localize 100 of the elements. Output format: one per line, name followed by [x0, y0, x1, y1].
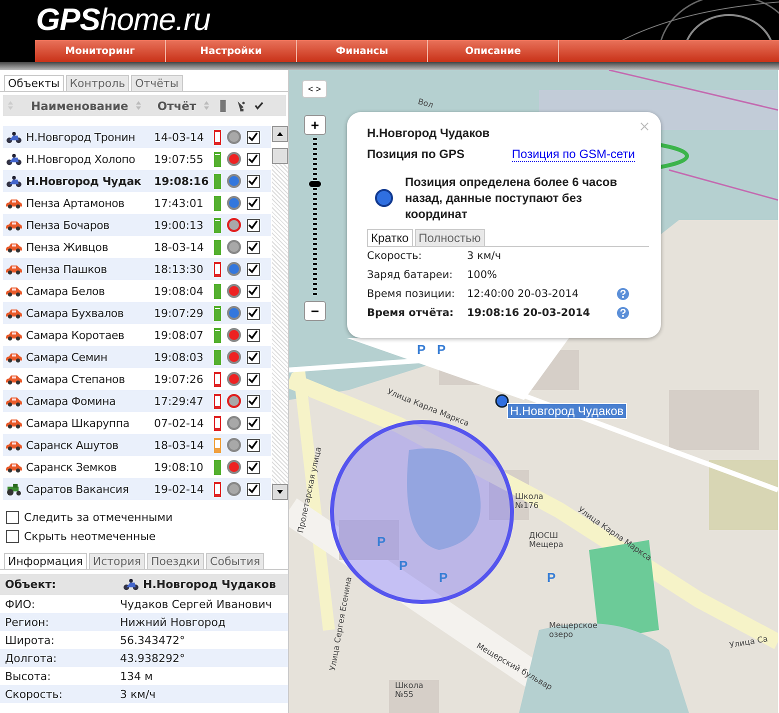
map-label: Улица Са	[729, 635, 769, 651]
zoom-in-button[interactable]: +	[304, 115, 326, 135]
report-time: 18-03-14	[154, 240, 205, 254]
checkbox[interactable]	[247, 460, 260, 474]
zoom-thumb[interactable]	[309, 181, 321, 188]
battery-icon	[218, 99, 228, 112]
table-row[interactable]: Саранск Земков 19:08:10	[3, 456, 271, 478]
checkbox[interactable]	[247, 240, 260, 254]
table-row[interactable]: Самара Фомина 17:29:47	[3, 390, 271, 412]
checkbox[interactable]	[247, 174, 260, 188]
panel-tab[interactable]: Отчёты	[131, 75, 183, 91]
nav-tab[interactable]: Мониторинг	[35, 40, 166, 62]
field-value: 12:40:00 20-03-2014	[467, 288, 580, 300]
help-icon[interactable]	[617, 288, 629, 300]
zoom-out-button[interactable]: −	[304, 301, 326, 321]
scrollbar[interactable]	[272, 126, 288, 500]
vehicle-name: Пенза Бочаров	[26, 218, 110, 232]
vehicle-name: Пенза Артамонов	[26, 196, 126, 210]
marker-label[interactable]: Н.Новгород Чудаков	[507, 403, 627, 419]
table-row[interactable]: Самара Бухвалов 19:07:29	[3, 302, 271, 324]
checkbox[interactable]	[247, 328, 260, 342]
table-row[interactable]: Пенза Пашков 18:13:30	[3, 258, 271, 280]
parking-label: P	[399, 558, 408, 573]
field-label: Широта:	[5, 634, 56, 646]
nav-tab[interactable]: Описание	[428, 40, 559, 62]
position-mode-link[interactable]: Позиция по GSM-сети	[512, 147, 635, 162]
battery-icon	[214, 416, 221, 430]
checkbox[interactable]	[247, 262, 260, 276]
column-header[interactable]: Отчёт	[157, 98, 196, 112]
checkbox-label[interactable]: Скрыть неотмеченные	[24, 530, 156, 543]
checkbox[interactable]	[6, 530, 19, 543]
info-tab[interactable]: Поездки	[147, 553, 204, 569]
checkbox[interactable]	[247, 350, 260, 364]
checkbox-label[interactable]: Следить за отмеченными	[24, 511, 173, 524]
scroll-thumb[interactable]	[272, 148, 288, 164]
battery-icon	[214, 284, 221, 298]
panel-toggle-button[interactable]: < >	[302, 80, 327, 98]
panel-tab[interactable]: Объекты	[4, 75, 64, 91]
table-row[interactable]: Пенза Живцов 18-03-14	[3, 236, 271, 258]
checkbox[interactable]	[247, 394, 260, 408]
checkbox[interactable]	[247, 218, 260, 232]
vehicle-name: Н.Новгород Холопо	[26, 152, 136, 166]
report-time: 19:07:26	[154, 372, 204, 386]
report-time: 19:07:29	[154, 306, 204, 320]
parking-label: P	[377, 534, 386, 549]
info-tab[interactable]: Информация	[4, 553, 87, 569]
table-row[interactable]: Самара Коротаев 19:08:07	[3, 324, 271, 346]
table-row[interactable]: Саратов Вакансия 19-02-14	[3, 478, 271, 500]
checkbox[interactable]	[247, 196, 260, 210]
table-row[interactable]: Самара Степанов 19:07:26	[3, 368, 271, 390]
report-time: 19:08:10	[154, 460, 204, 474]
field-value: 56.343472°	[120, 634, 185, 646]
vehicle-name: Саратов Вакансия	[26, 482, 130, 496]
scroll-up-button[interactable]	[272, 126, 288, 142]
position-mode: Позиция по GPS	[367, 147, 464, 162]
site-logo[interactable]: GPShome.ru	[36, 2, 210, 38]
checkbox[interactable]	[247, 284, 260, 298]
checkbox[interactable]	[247, 438, 260, 452]
checkbox[interactable]	[6, 511, 19, 524]
checkbox[interactable]	[247, 152, 260, 166]
help-icon[interactable]	[617, 307, 629, 320]
checkbox[interactable]	[247, 482, 260, 496]
table-row[interactable]: Самара Шкаруппа 07-02-14	[3, 412, 271, 434]
table-row[interactable]: Н.Новгород Тронин 14-03-14	[3, 126, 271, 148]
scroll-down-button[interactable]	[272, 484, 288, 500]
popup-tab[interactable]: Кратко	[367, 228, 413, 246]
table-row[interactable]: Пенза Бочаров 19:00:13	[3, 214, 271, 236]
satellite-icon	[236, 99, 246, 112]
table-row[interactable]: Самара Семин 19:08:03	[3, 346, 271, 368]
table-row[interactable]: Саранск Ашутов 18-03-14	[3, 434, 271, 456]
checkbox[interactable]	[247, 130, 260, 144]
battery-icon	[214, 262, 221, 276]
checkbox[interactable]	[247, 416, 260, 430]
field-value: 100%	[467, 269, 498, 282]
nav-tab[interactable]: Финансы	[297, 40, 428, 62]
parking-label: P	[437, 342, 446, 357]
info-tab[interactable]: События	[206, 553, 264, 569]
vehicle-name: Самара Фомина	[26, 394, 117, 408]
vehicle-name: Пенза Пашков	[26, 262, 108, 276]
info-tab[interactable]: История	[88, 553, 146, 569]
vehicle-name: Саранск Земков	[26, 460, 118, 474]
field-value: 43.938292°	[120, 652, 185, 664]
table-row[interactable]: Самара Белов 19:08:04	[3, 280, 271, 302]
panel-tab[interactable]: Контроль	[66, 75, 130, 91]
battery-icon	[214, 196, 221, 210]
checkbox[interactable]	[247, 372, 260, 386]
popup-tab[interactable]: Полностью	[414, 228, 485, 246]
vehicle-name: Самара Бухвалов	[26, 306, 125, 320]
vehicle-name: Пенза Живцов	[26, 240, 110, 254]
nav-tab[interactable]: Настройки	[166, 40, 297, 62]
table-row[interactable]: Н.Новгород Холопо 19:07:55	[3, 148, 271, 170]
table-row[interactable]: Пенза Артамонов 17:43:01	[3, 192, 271, 214]
checkbox[interactable]	[247, 306, 260, 320]
field-label: Заряд батареи:	[367, 269, 454, 282]
position-marker[interactable]	[495, 394, 509, 408]
column-header[interactable]: Наименование	[31, 98, 128, 112]
table-row[interactable]: Н.Новгород Чудак 19:08:16	[3, 170, 271, 192]
vehicle-name: Самара Коротаев	[26, 328, 126, 342]
map-label: ДЮСШ Мещера	[529, 532, 564, 550]
report-time: 18:13:30	[154, 262, 204, 276]
